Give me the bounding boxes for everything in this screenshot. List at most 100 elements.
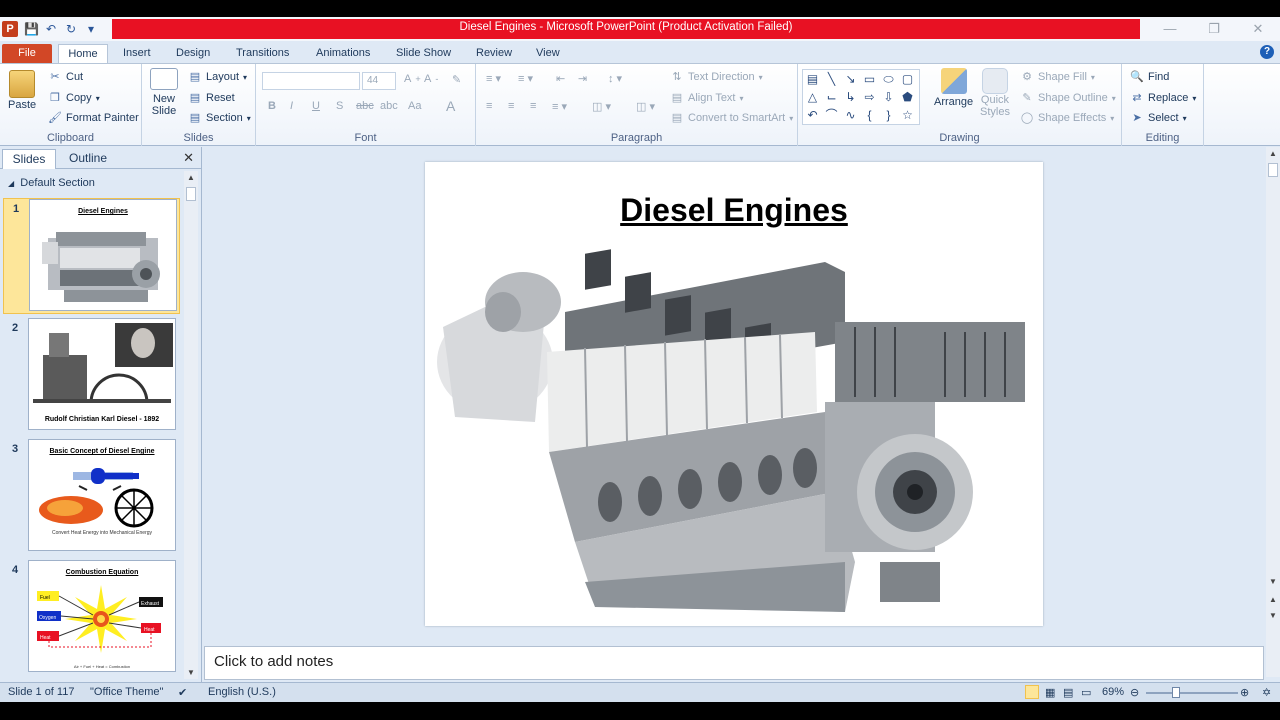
- right-brace-icon[interactable]: }: [879, 106, 898, 124]
- language[interactable]: English (U.S.): [208, 686, 276, 698]
- notes-pane[interactable]: Click to add notes: [204, 646, 1264, 680]
- slide-sorter-icon[interactable]: ▦: [1045, 686, 1055, 699]
- line-spacing-button[interactable]: ↕ ▾: [608, 72, 622, 85]
- cut-button[interactable]: ✂ Cut: [48, 70, 83, 84]
- pentagon-shape-icon[interactable]: ⬟: [898, 88, 917, 106]
- justify-button[interactable]: ≡ ▾: [552, 100, 567, 113]
- down-arrow-shape-icon[interactable]: ⇩: [879, 88, 898, 106]
- reading-view-icon[interactable]: ▤: [1063, 686, 1073, 699]
- tab-review[interactable]: Review: [476, 44, 512, 63]
- zoom-level[interactable]: 69%: [1102, 686, 1124, 698]
- copy-button[interactable]: ❐ Copy ▾: [48, 91, 100, 105]
- shapes-gallery[interactable]: ▤ ╲ ↘ ▭ ⬭ ▢ △ ⌙ ↳ ⇨ ⇩ ⬟ ↶ ⌒ ∿ { } ☆: [802, 69, 920, 125]
- column-split-button[interactable]: ◫ ▾: [636, 100, 655, 113]
- zoom-in-icon[interactable]: ⊕: [1240, 686, 1249, 699]
- powerpoint-app-icon[interactable]: P: [2, 21, 18, 37]
- close-button[interactable]: ✕: [1236, 17, 1280, 41]
- spell-check-icon[interactable]: ✔: [178, 686, 187, 699]
- tab-design[interactable]: Design: [176, 44, 210, 63]
- layout-button[interactable]: ▤ Layout ▾: [188, 70, 247, 84]
- shape-outline-button[interactable]: ✎ Shape Outline ▾: [1020, 91, 1115, 105]
- tab-transitions[interactable]: Transitions: [236, 44, 289, 63]
- find-button[interactable]: 🔍 Find: [1130, 70, 1169, 84]
- align-right-button[interactable]: ≡: [530, 100, 536, 112]
- section-header[interactable]: ◢ Default Section: [8, 177, 95, 189]
- theme-name[interactable]: "Office Theme": [90, 686, 163, 698]
- strikethrough-button[interactable]: abc: [356, 100, 374, 112]
- curve-shape-icon[interactable]: ↶: [803, 106, 822, 124]
- minimize-button[interactable]: —: [1148, 17, 1192, 41]
- section-button[interactable]: ▤ Section ▾: [188, 111, 251, 125]
- convert-smartart-button[interactable]: ▤ Convert to SmartArt ▾: [670, 111, 793, 125]
- slide-thumbnail-4[interactable]: 4 Combustion Equation Fuel Oxygen Heat E…: [0, 560, 184, 676]
- shape-effects-button[interactable]: ◯ Shape Effects ▾: [1020, 111, 1114, 125]
- slide-thumbnail-1[interactable]: 1 Diesel Engines: [3, 198, 180, 314]
- editor-scroll-thumb[interactable]: [1268, 163, 1278, 177]
- scroll-down-icon[interactable]: ▼: [1269, 577, 1277, 586]
- arc-shape-icon[interactable]: ⌒: [822, 106, 841, 124]
- bullets-button[interactable]: ≡ ▾: [486, 72, 501, 85]
- slide-show-icon[interactable]: ▭: [1081, 686, 1091, 699]
- align-text-button[interactable]: ▤ Align Text ▾: [670, 91, 744, 105]
- freeform-shape-icon[interactable]: ∿: [841, 106, 860, 124]
- decrease-indent-button[interactable]: ⇤: [556, 72, 565, 85]
- rounded-rect-shape-icon[interactable]: ▢: [898, 70, 917, 88]
- arrange-button[interactable]: Arrange: [934, 68, 973, 108]
- tab-slides-panel[interactable]: Slides: [2, 149, 56, 169]
- restore-button[interactable]: ❐: [1192, 17, 1236, 41]
- font-size-combo[interactable]: 44: [362, 72, 396, 90]
- select-button[interactable]: ➤ Select ▾: [1130, 111, 1186, 125]
- panel-scrollbar[interactable]: ▲ ▼: [184, 171, 198, 679]
- editor-scrollbar[interactable]: ▲ ▼ ▲ ▼: [1266, 147, 1280, 677]
- scroll-up-icon[interactable]: ▲: [1269, 149, 1277, 158]
- slide-thumbnail-3[interactable]: 3 Basic Concept of Diesel Engine Convert…: [0, 439, 184, 555]
- align-left-button[interactable]: ≡: [486, 100, 492, 112]
- font-name-combo[interactable]: [262, 72, 360, 90]
- bold-button[interactable]: B: [268, 100, 276, 112]
- line-shape-icon[interactable]: ╲: [822, 70, 841, 88]
- character-spacing-button[interactable]: abc: [380, 100, 398, 112]
- left-brace-icon[interactable]: {: [860, 106, 879, 124]
- change-case-button[interactable]: Aa: [408, 100, 421, 112]
- elbow-arrow-icon[interactable]: ↳: [841, 88, 860, 106]
- tab-home[interactable]: Home: [58, 44, 108, 63]
- help-icon[interactable]: ?: [1260, 45, 1274, 59]
- elbow-connector-icon[interactable]: ⌙: [822, 88, 841, 106]
- shadow-button[interactable]: S: [336, 100, 343, 112]
- format-painter-button[interactable]: 🖌 Format Painter: [48, 111, 139, 125]
- normal-view-icon[interactable]: [1025, 685, 1039, 699]
- tab-outline-panel[interactable]: Outline: [58, 149, 118, 169]
- numbering-button[interactable]: ≡ ▾: [518, 72, 533, 85]
- columns-button[interactable]: ◫ ▾: [592, 100, 611, 113]
- shape-fill-button[interactable]: ⚙ Shape Fill ▾: [1020, 70, 1095, 84]
- reset-button[interactable]: ▤ Reset: [188, 91, 235, 105]
- new-slide-button[interactable]: New Slide: [150, 68, 178, 117]
- shrink-font-button[interactable]: A-: [424, 73, 438, 85]
- arrow-shape-icon[interactable]: ↘: [841, 70, 860, 88]
- diesel-engine-image[interactable]: [425, 162, 1043, 626]
- tab-file[interactable]: File: [2, 44, 52, 63]
- next-slide-icon[interactable]: ▼: [1269, 611, 1277, 620]
- close-panel-icon[interactable]: ✕: [183, 150, 194, 166]
- undo-icon[interactable]: ↶: [44, 22, 58, 36]
- increase-indent-button[interactable]: ⇥: [578, 72, 587, 85]
- tab-insert[interactable]: Insert: [123, 44, 151, 63]
- oval-shape-icon[interactable]: ⬭: [879, 70, 898, 88]
- grow-font-button[interactable]: A +: [404, 73, 421, 85]
- previous-slide-icon[interactable]: ▲: [1269, 595, 1277, 604]
- save-icon[interactable]: 💾: [24, 22, 39, 36]
- italic-button[interactable]: I: [290, 100, 293, 112]
- align-center-button[interactable]: ≡: [508, 100, 514, 112]
- zoom-out-icon[interactable]: ⊖: [1130, 686, 1139, 699]
- slide-thumbnail-2[interactable]: 2 Rudolf Christian Karl Diesel - 1892: [0, 318, 184, 434]
- redo-icon[interactable]: ↻: [64, 22, 78, 36]
- quick-styles-button[interactable]: Quick Styles: [980, 68, 1010, 118]
- tab-slide-show[interactable]: Slide Show: [396, 44, 451, 63]
- rectangle-shape-icon[interactable]: ▭: [860, 70, 879, 88]
- scroll-up-icon[interactable]: ▲: [187, 173, 195, 182]
- paste-button[interactable]: Paste: [8, 70, 36, 111]
- customize-qat-icon[interactable]: ▾: [84, 22, 98, 36]
- star-shape-icon[interactable]: ☆: [898, 106, 917, 124]
- text-direction-button[interactable]: ⇅ Text Direction ▾: [670, 70, 762, 84]
- text-box-shape-icon[interactable]: ▤: [803, 70, 822, 88]
